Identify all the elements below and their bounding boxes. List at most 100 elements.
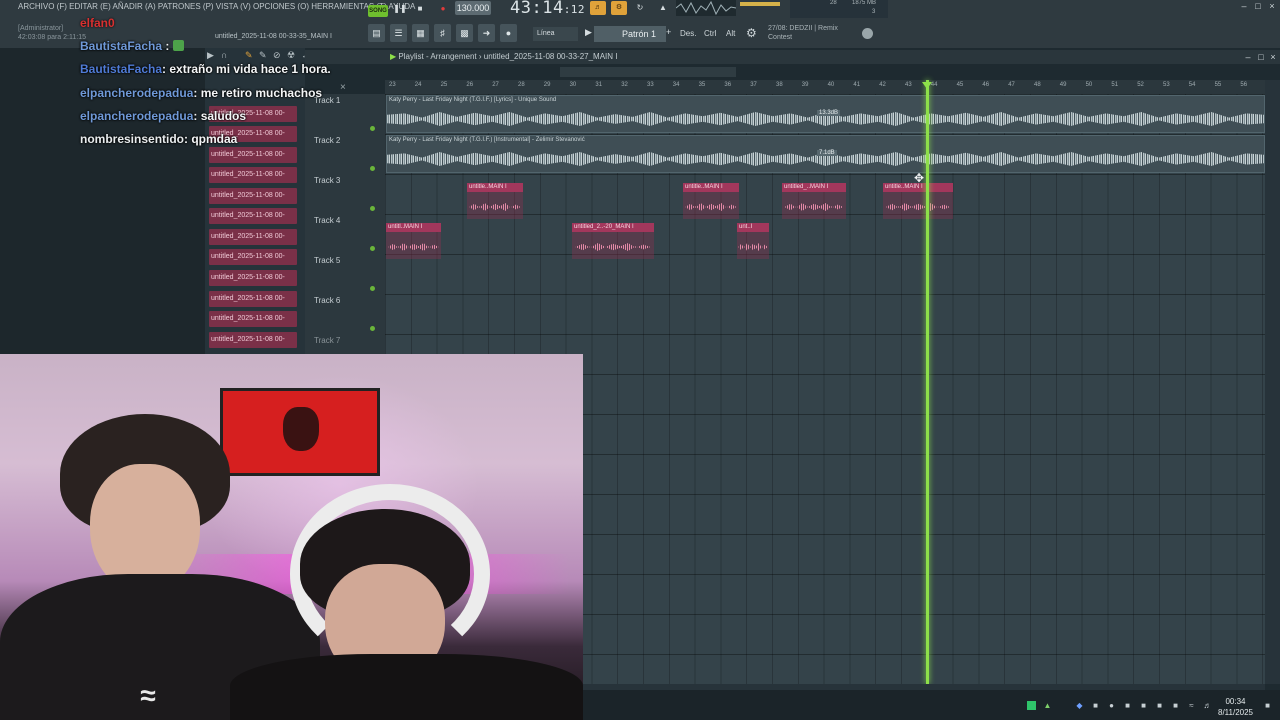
timeline-ruler[interactable]: 23 24 25 26 27 28 29 30 31 32 33 34 35 3… [385,80,1265,94]
tray-icon[interactable]: ■ [1155,701,1164,710]
mixer-icon[interactable]: ♯ [434,24,451,42]
tray-icon[interactable]: ◆ [1075,701,1084,710]
pattern-prev-icon[interactable]: ▶ [585,27,592,38]
project-tab[interactable]: untitled_2025-11-08 00-33-35_MAIN I [215,33,332,40]
notification-icon[interactable]: ■ [1263,701,1272,710]
brush-icon[interactable]: ✎ [259,50,267,61]
microphone-icon[interactable]: ● [500,24,517,42]
track-mute-led[interactable] [370,126,375,131]
pattern-item[interactable]: untitled_2025-11-08 00- [209,167,297,183]
pattern-clip[interactable]: untitle..MAIN I [883,183,953,219]
tray-icon[interactable]: ■ [1139,701,1148,710]
app-icon[interactable] [1027,701,1036,710]
ruler-mark: 46 [982,82,990,88]
ruler-mark: 33 [647,82,654,88]
pattern-clip[interactable]: untitled_2..-20_MAIN I [572,223,654,259]
pattern-clip[interactable]: untitl..MAIN I [386,223,441,259]
pattern-add-icon[interactable]: + [666,27,671,37]
news-hint[interactable]: 27/08: DEDZII | Remix Contest [768,24,838,42]
piano-roll-icon[interactable]: ▩ [456,24,473,42]
wait-input-icon[interactable]: ⚙ [611,1,627,15]
magnet-icon[interactable]: ∩ [221,50,227,60]
vertical-scrollbar[interactable] [1265,80,1280,684]
playhead-marker-icon[interactable] [922,82,932,89]
key-alt[interactable]: Alt [726,27,735,41]
track-name[interactable]: Track 4 [314,216,340,225]
track-mute-led[interactable] [370,206,375,211]
playlist-close-icon[interactable]: × [1267,51,1279,63]
pattern-clip[interactable]: untitled_..MAIN I [782,183,846,219]
playlist-minimize-icon[interactable]: – [1242,51,1254,63]
pattern-item[interactable]: untitled_2025-11-08 00- [209,188,297,204]
news-icon[interactable]: ⚙ [746,26,757,40]
arrow-icon[interactable]: ➜ [478,24,495,42]
close-picker-icon[interactable]: × [340,82,346,93]
track-mute-led[interactable] [370,246,375,251]
track-name[interactable]: Track 2 [314,136,340,145]
pattern-clip[interactable]: untitle..MAIN I [683,183,739,219]
time-scrollbar[interactable] [560,67,736,77]
metronome-icon[interactable]: ♬ [590,1,606,15]
ruler-mark: 24 [414,82,422,88]
pattern-clip[interactable]: unt..I [737,223,769,259]
globe-icon[interactable] [862,28,873,39]
pattern-item[interactable]: untitled_2025-11-08 00- [209,332,297,348]
tray-icon[interactable]: ▲ [1043,701,1052,710]
pattern-item[interactable]: untitled_2025-11-08 00- [209,147,297,163]
step-edit-icon[interactable]: ▲ [655,1,671,15]
arrow-left-icon[interactable]: ▶ [207,50,214,61]
track-mute-led[interactable] [370,166,375,171]
loop-record-icon[interactable]: ↻ [632,1,648,15]
tray-icon[interactable]: ■ [1123,701,1132,710]
playhead[interactable] [926,80,929,684]
volume-icon[interactable]: ♬ [1203,701,1212,710]
track-mute-led[interactable] [370,286,375,291]
audio-clip[interactable]: Katy Perry - Last Friday Night (T.G.I.F.… [386,135,1265,173]
pattern-item[interactable]: untitled_2025-11-08 00- [209,291,297,307]
pattern-clip[interactable]: untitle..MAIN I [467,183,523,219]
webcam-overlay: ≈ [0,354,583,720]
play-icon[interactable]: ❚❚ [393,2,407,16]
pattern-item[interactable]: untitled_2025-11-08 00- [209,270,297,286]
pattern-item[interactable]: untitled_2025-11-08 00- [209,249,297,265]
playlist-icon[interactable]: ▤ [368,24,385,42]
channel-rack-icon[interactable]: ▦ [412,24,429,42]
tray-icon[interactable]: ■ [1171,701,1180,710]
pattern-item[interactable]: untitled_2025-11-08 00- [209,311,297,327]
mute-icon[interactable]: ☢ [287,50,295,61]
pattern-item[interactable]: untitled_2025-11-08 00- [209,229,297,245]
snap-select[interactable]: Línea [533,27,578,41]
playlist-maximize-icon[interactable]: □ [1255,51,1267,63]
tray-clock[interactable]: 00:34 8/11/2025 [1218,696,1253,718]
track-name[interactable]: Track 7 [314,336,340,345]
wifi-icon[interactable]: ≈ [1187,701,1196,710]
ram-value: 1875 MB [852,0,877,6]
playlist-arrow-icon[interactable]: ▶ [390,52,396,61]
stop-icon[interactable]: ■ [413,2,427,16]
maximize-icon[interactable]: □ [1252,0,1264,12]
tray-icon[interactable]: ■ [1091,701,1100,710]
minimize-icon[interactable]: – [1238,0,1250,12]
browser-icon[interactable]: ☰ [390,24,407,42]
clock-main: 43:14 [510,0,564,18]
tempo-display[interactable]: 130.000 [455,1,491,15]
audio-clip[interactable]: Katy Perry - Last Friday Night (T.G.I.F.… [386,95,1265,133]
pattern-selector[interactable]: Patrón 1 [594,26,666,42]
pencil-icon[interactable]: ✎ [245,50,253,61]
track-name[interactable]: Track 6 [314,296,340,305]
track-mute-led[interactable] [370,326,375,331]
microphone-tray-icon[interactable]: ● [1107,701,1116,710]
main-menu[interactable]: ARCHIVO (F) EDITAR (E) AÑADIR (A) PATRON… [0,0,415,14]
pattern-item[interactable]: untitled_2025-11-08 00- [209,208,297,224]
track-name[interactable]: Track 5 [314,256,340,265]
track-name[interactable]: Track 3 [314,176,340,185]
close-icon[interactable]: × [1266,0,1278,12]
volume-slider[interactable] [740,2,780,6]
record-icon[interactable]: ● [436,2,450,16]
delete-icon[interactable]: ⊘ [273,50,281,61]
clip-label: unt..I [739,224,753,230]
key-shift[interactable]: Des. [680,27,696,41]
ruler-mark: 25 [440,82,448,88]
song-mode-button[interactable]: SONG [368,5,388,17]
key-ctrl[interactable]: Ctrl [704,27,716,41]
